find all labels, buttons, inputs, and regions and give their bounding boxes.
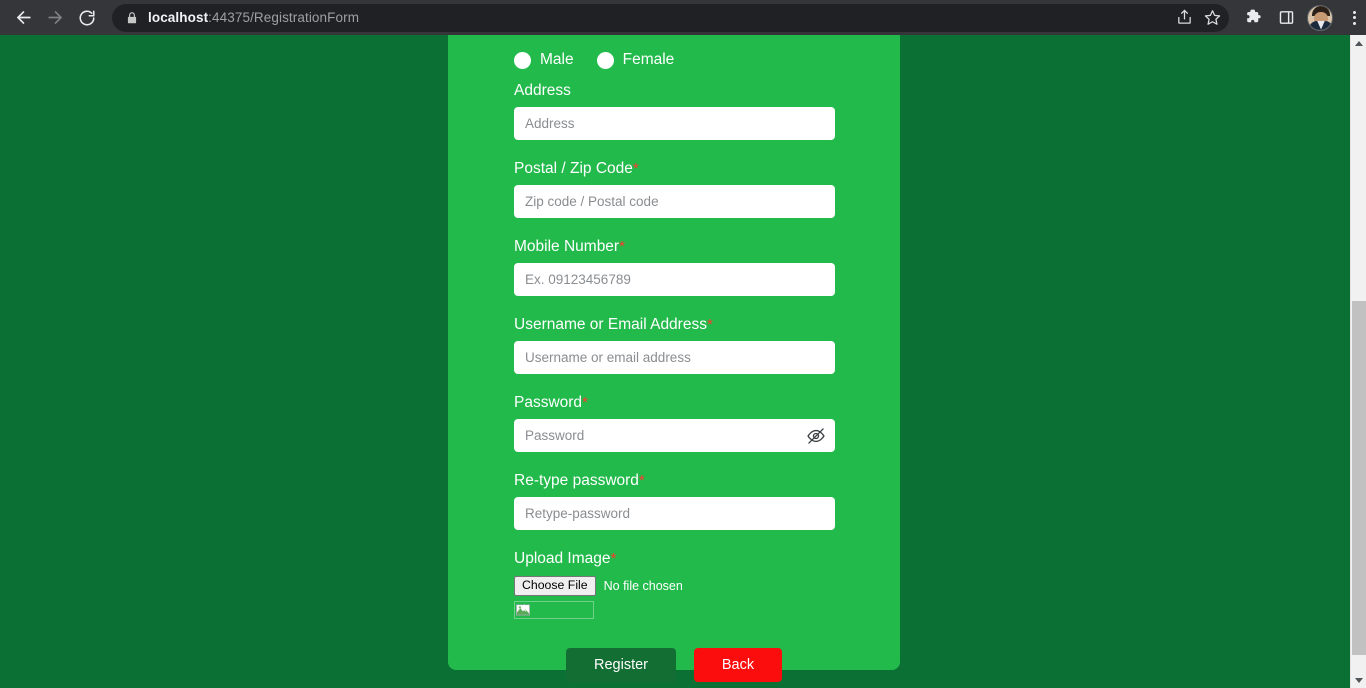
url-host: localhost: [148, 10, 209, 25]
field-postal-zip: Postal / Zip Code*: [514, 160, 835, 218]
url-path: :44375/RegistrationForm: [208, 10, 360, 25]
radio-male-label: Male: [540, 51, 574, 68]
back-button[interactable]: Back: [694, 648, 782, 682]
share-icon[interactable]: [1173, 7, 1195, 29]
eye-slash-icon[interactable]: [805, 425, 826, 446]
required-asterisk: *: [582, 394, 588, 411]
back-icon[interactable]: [8, 3, 38, 33]
broken-image-glyph: [516, 603, 530, 617]
radio-female-label: Female: [622, 51, 675, 68]
label-retype-password-text: Re-type password: [514, 472, 639, 489]
label-address: Address: [514, 82, 834, 100]
gender-radio-group: Male Female: [514, 49, 834, 71]
file-status-text: No file chosen: [603, 579, 683, 593]
profile-avatar[interactable]: [1307, 4, 1333, 31]
side-panel-icon[interactable]: [1274, 6, 1298, 30]
field-username-email: Username or Email Address*: [514, 316, 835, 374]
bookmark-star-icon[interactable]: [1201, 7, 1223, 29]
label-postal-zip: Postal / Zip Code*: [514, 160, 834, 178]
omnibox-actions: [1173, 4, 1223, 32]
label-mobile-number: Mobile Number*: [514, 238, 834, 256]
label-mobile-number-text: Mobile Number: [514, 238, 620, 255]
file-input-row: Choose File No file chosen: [514, 575, 834, 597]
input-address[interactable]: [514, 107, 835, 140]
kebab-menu-icon[interactable]: [1342, 6, 1366, 30]
label-password: Password*: [514, 394, 834, 412]
page-viewport: Gender Male Female Address: [0, 35, 1366, 688]
field-password: Password*: [514, 394, 835, 452]
label-address-text: Address: [514, 82, 571, 99]
reload-icon[interactable]: [72, 3, 102, 33]
input-retype-password[interactable]: [514, 497, 835, 530]
forward-icon[interactable]: [40, 3, 70, 33]
image-preview-broken-icon: [514, 601, 594, 619]
label-upload-image: Upload Image*: [514, 550, 834, 568]
required-asterisk: *: [638, 472, 645, 489]
label-password-text: Password: [514, 394, 583, 411]
field-retype-password: Re-type password*: [514, 472, 835, 530]
radio-male[interactable]: [514, 51, 531, 69]
required-asterisk: *: [706, 316, 713, 333]
input-postal-zip[interactable]: [514, 185, 835, 218]
input-username-email[interactable]: [514, 341, 835, 374]
label-retype-password: Re-type password*: [514, 472, 834, 490]
toolbar-actions: [1241, 4, 1366, 31]
password-input-wrapper: [514, 419, 835, 452]
choose-file-button[interactable]: Choose File: [514, 576, 596, 596]
register-button[interactable]: Register: [566, 648, 676, 682]
required-asterisk: *: [619, 238, 625, 255]
field-upload-image: Upload Image* Choose File No file chosen: [514, 550, 834, 619]
registration-form-card: Gender Male Female Address: [448, 35, 1014, 682]
url-text: localhost:44375/RegistrationForm: [148, 10, 359, 25]
scrollbar-thumb[interactable]: [1352, 301, 1366, 655]
scroll-up-arrow-icon[interactable]: [1351, 35, 1366, 51]
browser-toolbar: localhost:44375/RegistrationForm: [0, 0, 1366, 35]
required-asterisk: *: [632, 160, 639, 177]
input-password[interactable]: [514, 419, 835, 452]
address-bar[interactable]: localhost:44375/RegistrationForm: [112, 3, 1229, 32]
screen: localhost:44375/RegistrationForm Male Fe…: [0, 0, 1366, 688]
required-asterisk: *: [610, 550, 617, 567]
lock-icon: [125, 11, 139, 25]
input-mobile-number[interactable]: [514, 263, 835, 296]
label-postal-zip-text: Postal / Zip Code: [514, 160, 633, 177]
navigation-buttons: [0, 3, 102, 33]
label-upload-image-text: Upload Image: [514, 550, 611, 567]
gender-label: Gender: [962, 35, 1014, 39]
label-username-email-text: Username or Email Address: [514, 316, 707, 333]
extensions-puzzle-icon[interactable]: [1241, 6, 1265, 30]
scroll-down-arrow-icon[interactable]: [1351, 672, 1366, 688]
vertical-scrollbar[interactable]: [1350, 35, 1366, 688]
form-actions: Register Back: [514, 648, 834, 682]
field-address: Address: [514, 82, 835, 140]
label-username-email: Username or Email Address*: [514, 316, 834, 334]
radio-female[interactable]: [596, 51, 614, 69]
field-mobile-number: Mobile Number*: [514, 238, 835, 296]
